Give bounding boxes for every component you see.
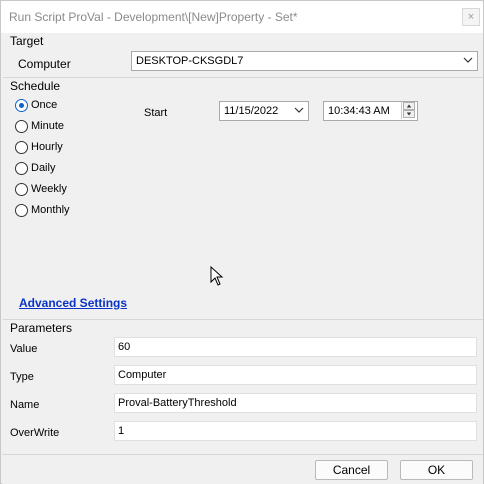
spin-down-icon[interactable] (403, 110, 415, 118)
radio-once-label: Once (31, 99, 58, 111)
param-name-input[interactable]: Proval-BatteryThreshold (114, 393, 477, 413)
param-name-text: Proval-BatteryThreshold (118, 397, 237, 409)
radio-minute-label: Minute (31, 120, 65, 132)
radio-button-icon (15, 120, 28, 133)
param-value-input[interactable]: 60 (114, 337, 477, 357)
param-type-label: Type (10, 371, 34, 383)
radio-weekly-label: Weekly (31, 183, 67, 195)
dialog-footer: Cancel OK (2, 454, 483, 484)
param-type-text: Computer (118, 369, 167, 381)
param-type-input[interactable]: Computer (114, 365, 477, 385)
parameters-section-label: Parameters (10, 321, 73, 335)
computer-value: DESKTOP-CKSGDL7 (136, 55, 244, 67)
close-icon: × (467, 11, 475, 23)
calendar-dropdown-icon[interactable] (294, 105, 304, 115)
computer-select[interactable]: DESKTOP-CKSGDL7 (131, 51, 478, 71)
radio-monthly-label: Monthly (31, 204, 70, 216)
param-value-label: Value (10, 343, 38, 355)
mouse-cursor-icon (210, 266, 224, 286)
run-script-dialog: Run Script ProVal - Development\[New]Pro… (0, 0, 484, 484)
radio-hourly-label: Hourly (31, 141, 63, 153)
param-value-text: 60 (118, 341, 131, 353)
close-button[interactable]: × (462, 8, 480, 26)
start-time-value: 10:34:43 AM (328, 105, 390, 117)
radio-button-icon (15, 204, 28, 217)
ok-button[interactable]: OK (400, 460, 473, 480)
parameters-divider (3, 319, 483, 320)
computer-label: Computer (18, 57, 71, 71)
target-section-label: Target (10, 34, 44, 48)
radio-button-icon (15, 162, 28, 175)
start-date-value: 11/15/2022 (224, 105, 279, 117)
radio-button-icon (15, 99, 28, 112)
param-overwrite-text: 1 (118, 425, 125, 437)
radio-daily-label: Daily (31, 162, 56, 174)
spin-up-icon[interactable] (403, 102, 415, 110)
time-spinner[interactable] (401, 102, 415, 119)
target-divider (3, 77, 483, 78)
window-title: Run Script ProVal - Development\[New]Pro… (9, 10, 298, 24)
schedule-section-label: Schedule (10, 79, 61, 93)
chevron-down-icon (463, 57, 473, 63)
cancel-button[interactable]: Cancel (315, 460, 388, 480)
param-name-label: Name (10, 399, 40, 411)
advanced-settings-link[interactable]: Advanced Settings (19, 296, 127, 310)
param-overwrite-label: OverWrite (10, 427, 60, 439)
radio-button-icon (15, 183, 28, 196)
start-label: Start (144, 107, 168, 119)
radio-button-icon (15, 141, 28, 154)
title-bar: Run Script ProVal - Development\[New]Pro… (1, 1, 483, 33)
start-date-picker[interactable]: 11/15/2022 (219, 101, 309, 121)
param-overwrite-input[interactable]: 1 (114, 421, 477, 441)
